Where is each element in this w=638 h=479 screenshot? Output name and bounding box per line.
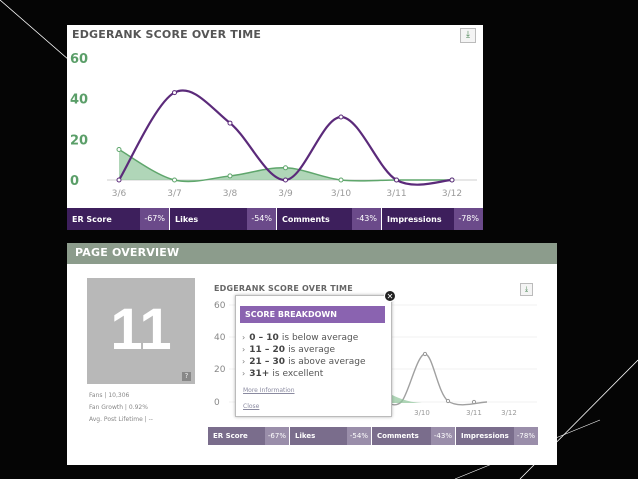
er-score-point (116, 177, 122, 183)
x-tick-label: 3/12 (442, 189, 462, 199)
stat-er-score: ER Score -67% (208, 427, 290, 445)
edgerank-line-chart: 60 40 20 0 3/6 3/7 3/8 3/9 3/10 3/11 3/12 (70, 52, 477, 199)
score-range-text: is above average (288, 357, 366, 367)
popup-title: SCORE BREAKDOWN (240, 306, 385, 323)
score-range: 21 – 30 (249, 357, 289, 367)
y-tick-label: 20 (70, 133, 88, 148)
engagement-point (227, 173, 233, 179)
engagement-point (116, 147, 122, 152)
engagement-point (283, 165, 288, 171)
x-tick-label: 3/7 (167, 189, 181, 199)
stat-impressions: Impressions -78% (456, 427, 538, 445)
stat-impressions: Impressions -78% (382, 208, 483, 230)
close-link[interactable]: Close (243, 403, 259, 410)
er-score-point (283, 177, 288, 183)
stat-value: -54% (346, 427, 371, 445)
er-score-point (227, 120, 233, 126)
er-score-point (449, 177, 455, 183)
mini-score-point (471, 399, 477, 405)
y-tick-label: 20 (214, 365, 226, 375)
score-range: 0 – 10 (249, 333, 282, 343)
stats-bar-bottom: ER Score -67% Likes -54% Comments -43% Impress… (208, 427, 538, 445)
score-range-item: 0 – 10 is below average (242, 332, 366, 344)
stat-value: -54% (247, 208, 276, 230)
x-tick-label: 3/12 (501, 409, 517, 417)
stat-label: Impressions (387, 214, 442, 224)
stat-value: -43% (352, 208, 381, 230)
stat-label: Impressions (461, 432, 509, 440)
y-tick-label: 40 (214, 333, 226, 343)
y-tick-label: 60 (70, 52, 88, 67)
edgerank-chart-panel: EDGERANK SCORE OVER TIME ⤓ 60 40 20 0 3/6 3/7… (67, 25, 483, 230)
score-range-text: is excellent (272, 369, 324, 379)
y-tick-label: 0 (214, 398, 220, 408)
engagement-point (338, 177, 344, 183)
score-range-text: is average (288, 345, 336, 355)
stat-value: -78% (454, 208, 483, 230)
stat-likes: Likes -54% (170, 208, 277, 230)
score-range-text: is below average (281, 333, 359, 343)
stat-value: -43% (430, 427, 455, 445)
mini-score-point (445, 398, 451, 404)
stat-label: Likes (175, 214, 199, 224)
stat-value: -67% (140, 208, 169, 230)
score-range-item: 31+ is excellent (242, 368, 366, 380)
stat-label: ER Score (72, 214, 112, 224)
engagement-point (172, 177, 177, 183)
stat-label: ER Score (213, 432, 248, 440)
stat-comments: Comments -43% (277, 208, 382, 230)
stats-bar-top: ER Score -67% Likes -54% Comments -43% Impress… (67, 208, 483, 230)
x-tick-label: 3/9 (278, 189, 293, 199)
x-tick-label: 3/6 (112, 189, 127, 199)
y-tick-label: 60 (214, 301, 226, 311)
mini-score-line (384, 353, 488, 406)
y-tick-label: 0 (70, 174, 79, 189)
stat-label: Likes (295, 432, 316, 440)
stat-label: Comments (282, 214, 330, 224)
score-range-list: 0 – 10 is below average11 – 20 is averag… (242, 332, 366, 380)
x-tick-label: 3/11 (386, 189, 406, 199)
x-tick-label: 3/10 (331, 189, 351, 199)
score-range-item: 11 – 20 is average (242, 344, 366, 356)
x-tick-label: 3/11 (466, 409, 482, 417)
stat-label: Comments (377, 432, 419, 440)
er-score-point (172, 90, 177, 96)
er-score-point (394, 177, 399, 183)
mini-score-point (422, 351, 428, 357)
er-score-point (338, 114, 344, 120)
y-tick-label: 40 (70, 93, 88, 108)
stat-value: -67% (264, 427, 289, 445)
x-tick-label: 3/8 (223, 189, 238, 199)
score-range: 31+ (249, 369, 273, 379)
more-information-link[interactable]: More Information (243, 387, 295, 394)
stat-likes: Likes -54% (290, 427, 372, 445)
score-range-item: 21 – 30 is above average (242, 356, 366, 368)
stat-value: -78% (513, 427, 538, 445)
close-icon[interactable]: ✕ (384, 290, 396, 302)
x-tick-label: 3/10 (414, 409, 430, 417)
score-breakdown-popup: SCORE BREAKDOWN 0 – 10 is below average1… (235, 295, 392, 417)
score-range: 11 – 20 (249, 345, 289, 355)
stat-comments: Comments -43% (372, 427, 456, 445)
stat-er-score: ER Score -67% (67, 208, 170, 230)
